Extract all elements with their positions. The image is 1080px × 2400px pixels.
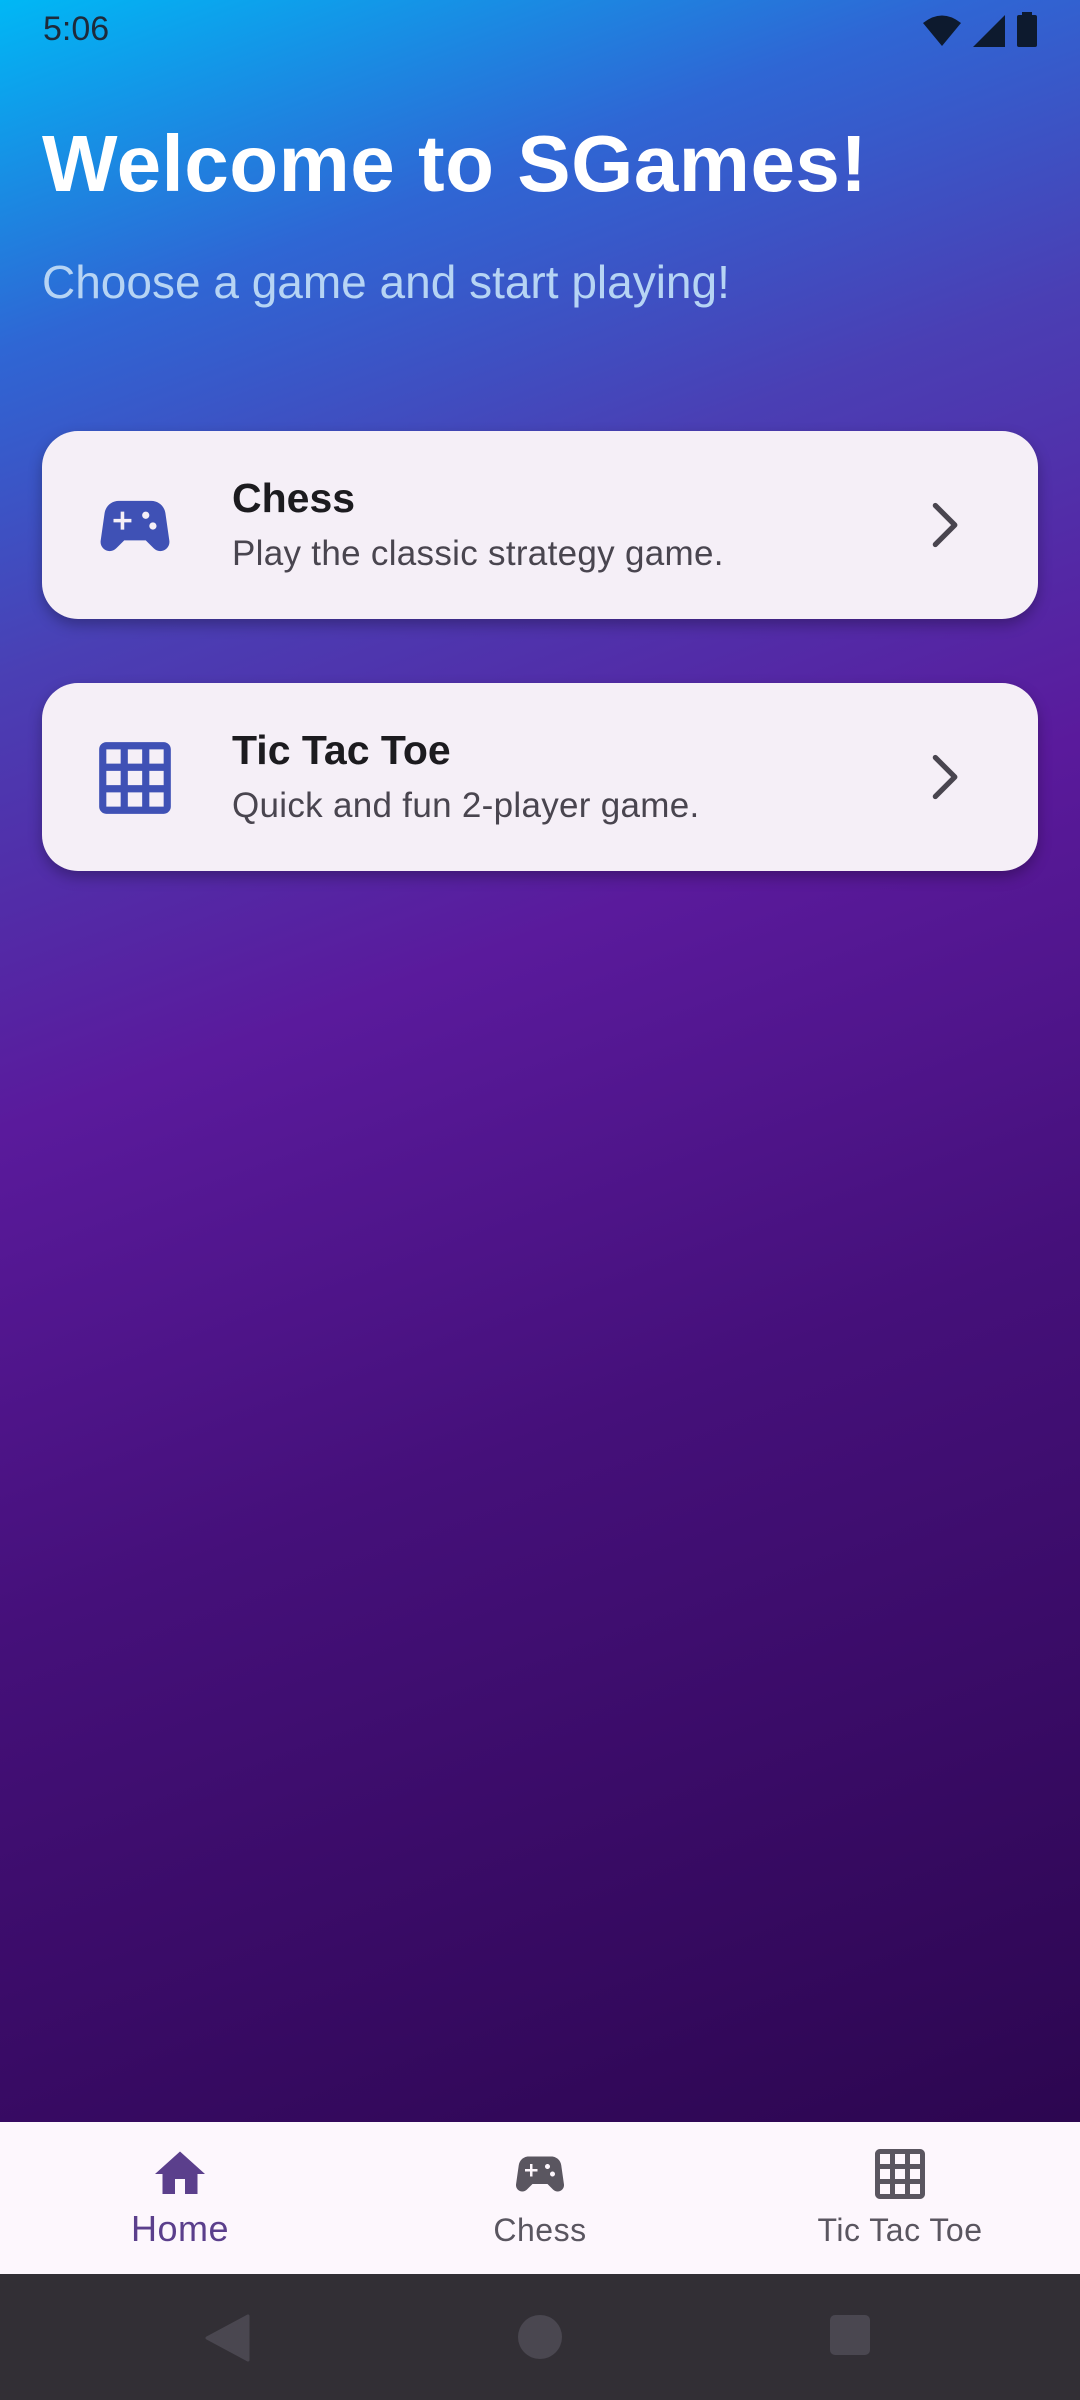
status-icons xyxy=(922,12,1038,48)
nav-label: Tic Tac Toe xyxy=(817,2212,983,2248)
tic-tac-toe-game-card[interactable]: Tic Tac Toe Quick and fun 2-player game. xyxy=(42,683,1038,871)
chevron-right-icon xyxy=(932,754,958,800)
bottom-navigation: Home Chess Tic Tac Toe xyxy=(0,2122,1080,2274)
wifi-icon xyxy=(923,15,961,46)
card-description: Play the classic strategy game. xyxy=(232,534,724,573)
system-navigation-bar xyxy=(0,2274,1080,2400)
signal-icon xyxy=(973,15,1005,47)
recents-icon[interactable] xyxy=(829,2314,871,2356)
nav-label: Home xyxy=(130,2208,230,2249)
nav-item-home[interactable]: Home xyxy=(0,2122,360,2274)
page-title: Welcome to SGames! xyxy=(42,119,868,208)
nav-item-tic-tac-toe[interactable]: Tic Tac Toe xyxy=(720,2122,1080,2274)
back-icon[interactable] xyxy=(204,2314,250,2362)
nav-label: Chess xyxy=(493,2212,587,2248)
chevron-right-icon xyxy=(932,502,958,548)
home-circle-icon[interactable] xyxy=(517,2314,563,2360)
gamepad-icon xyxy=(515,2156,565,2192)
card-title: Chess xyxy=(232,475,356,521)
grid-icon xyxy=(875,2149,925,2199)
chess-game-card[interactable]: Chess Play the classic strategy game. xyxy=(42,431,1038,619)
status-time: 5:06 xyxy=(43,10,110,48)
grid-icon xyxy=(99,742,171,814)
battery-icon xyxy=(1017,12,1037,47)
page-subtitle: Choose a game and start playing! xyxy=(42,256,730,308)
card-title: Tic Tac Toe xyxy=(232,727,451,773)
gradient-background xyxy=(0,0,1080,2122)
card-description: Quick and fun 2-player game. xyxy=(232,786,700,825)
home-screen: 5:06 Welcome to SGames! Choose a game an… xyxy=(0,0,1080,2400)
gamepad-icon xyxy=(100,500,170,552)
nav-item-chess[interactable]: Chess xyxy=(360,2122,720,2274)
home-icon xyxy=(155,2151,205,2194)
status-bar: 5:06 xyxy=(0,0,1080,62)
